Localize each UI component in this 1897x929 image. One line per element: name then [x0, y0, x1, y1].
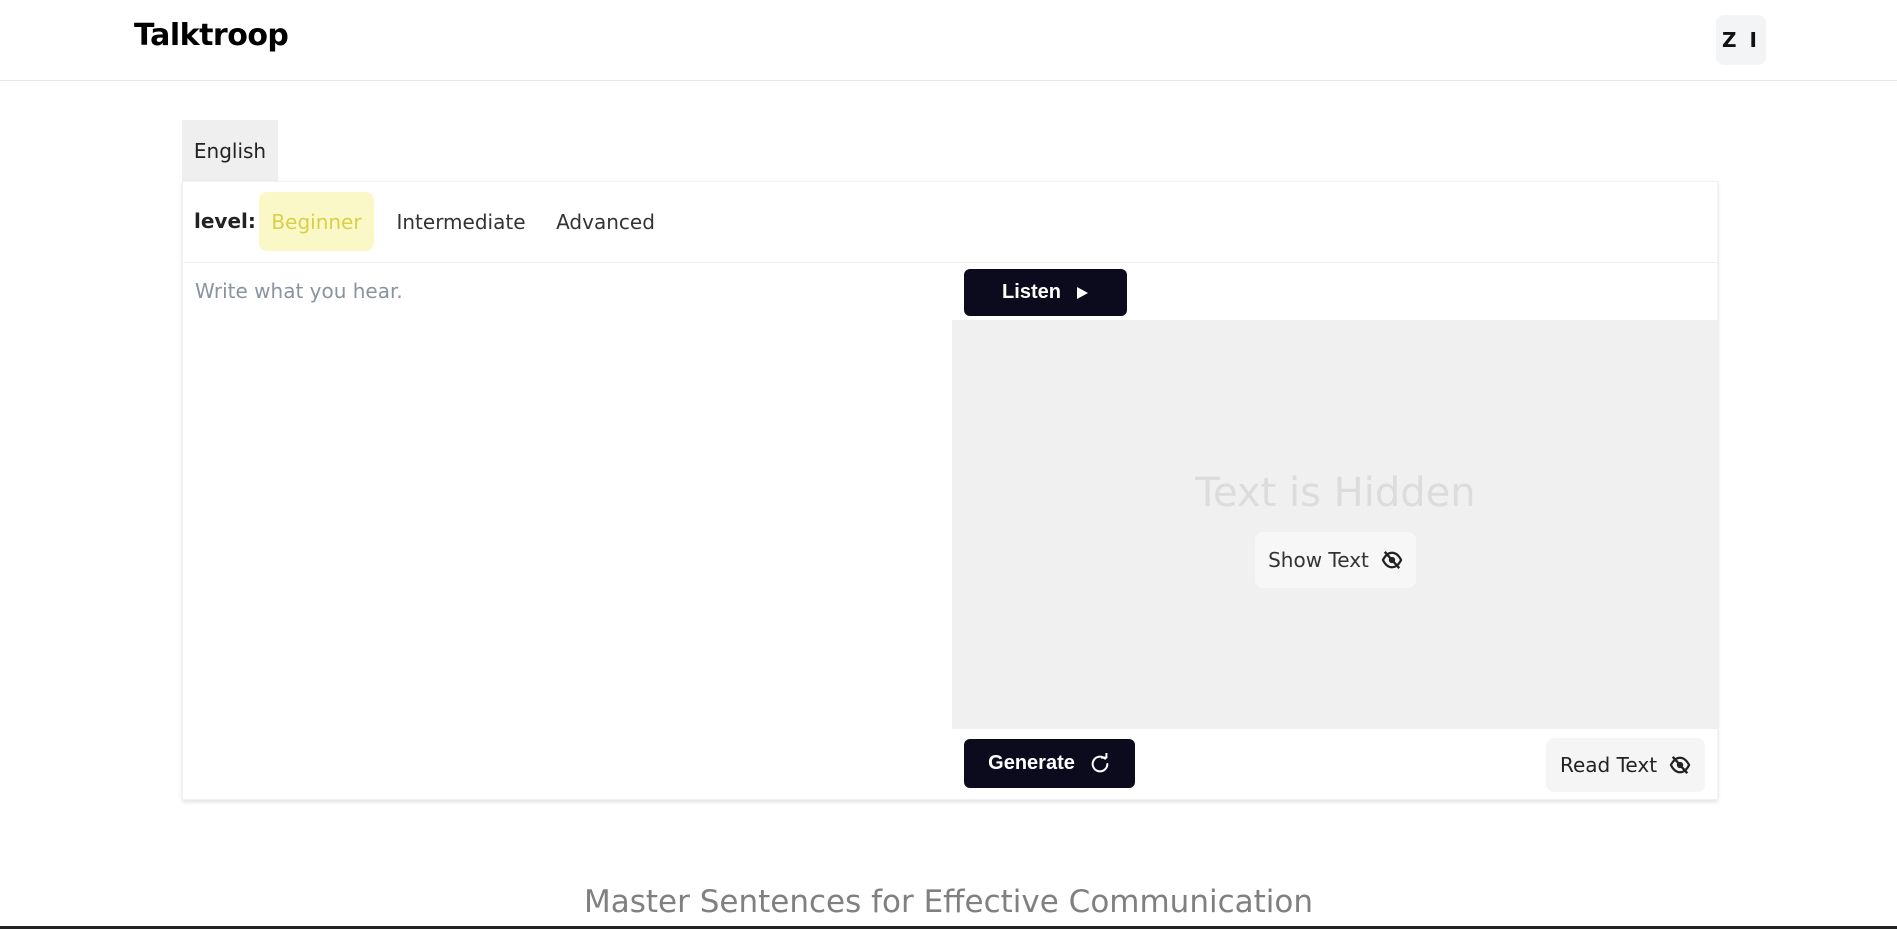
top-header: Talktroop Z I: [0, 0, 1897, 81]
hidden-text-title: Text is Hidden: [1195, 470, 1476, 516]
listen-label: Listen: [1002, 281, 1061, 303]
generate-label: Generate: [988, 752, 1075, 774]
level-advanced-button[interactable]: Advanced: [543, 192, 668, 251]
play-icon: [1075, 286, 1089, 300]
show-text-button[interactable]: Show Text: [1255, 532, 1416, 588]
eye-off-icon: [1381, 550, 1403, 570]
language-tab-english[interactable]: English: [182, 120, 278, 181]
app-logo[interactable]: Talktroop: [134, 18, 289, 53]
refresh-icon: [1089, 752, 1111, 775]
player-panel: Listen Text is Hidden Show Text Generate: [952, 264, 1719, 800]
read-text-button[interactable]: Read Text: [1546, 738, 1705, 792]
answer-textarea[interactable]: [195, 279, 940, 785]
practice-card: level: Beginner Intermediate Advanced Li…: [182, 181, 1719, 800]
eye-off-icon: [1669, 755, 1691, 775]
level-beginner-button[interactable]: Beginner: [259, 192, 374, 251]
section-heading: Master Sentences for Effective Communica…: [583, 884, 1314, 920]
show-text-label: Show Text: [1268, 548, 1369, 572]
user-avatar[interactable]: Z I: [1716, 15, 1766, 65]
level-intermediate-button[interactable]: Intermediate: [381, 192, 541, 251]
hidden-text-panel: Text is Hidden Show Text: [952, 320, 1719, 729]
listen-button[interactable]: Listen: [964, 269, 1127, 316]
level-label: level:: [194, 209, 256, 233]
generate-button[interactable]: Generate: [964, 739, 1135, 788]
read-text-label: Read Text: [1559, 753, 1658, 777]
answer-area: [183, 264, 952, 800]
level-selector: level: Beginner Intermediate Advanced: [183, 182, 1719, 263]
